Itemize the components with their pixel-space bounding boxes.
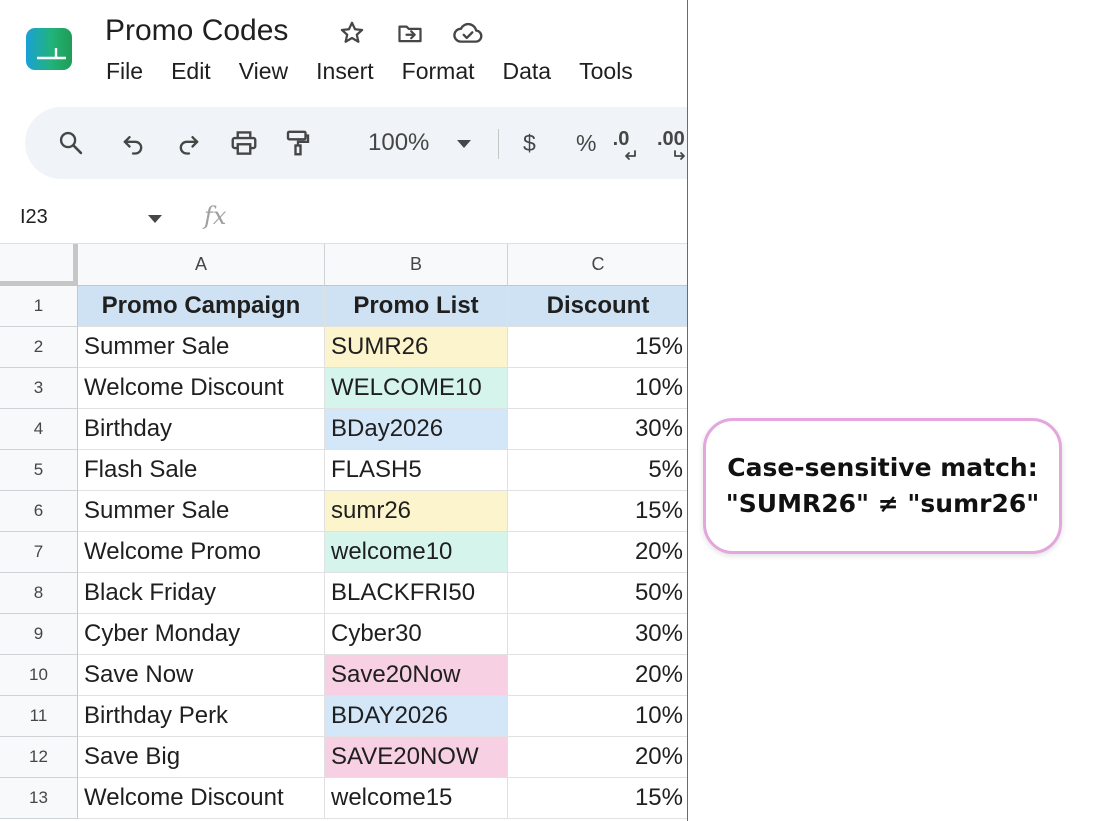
menu-edit[interactable]: Edit (157, 56, 225, 86)
star-icon[interactable] (336, 18, 368, 48)
cell-code[interactable]: BDay2026 (325, 409, 508, 450)
print-icon (231, 131, 257, 155)
column-header-a[interactable]: A (78, 244, 325, 286)
cell-discount[interactable]: 20% (508, 532, 687, 573)
cell-campaign[interactable]: Cyber Monday (78, 614, 325, 655)
undo-icon (123, 136, 143, 155)
cell-campaign[interactable]: Welcome Discount (78, 778, 325, 819)
cell-code[interactable]: BDAY2026 (325, 696, 508, 737)
cell-discount[interactable]: 20% (508, 737, 687, 778)
cell-code[interactable]: welcome15 (325, 778, 508, 819)
header-cell-campaign[interactable]: Promo Campaign (78, 286, 325, 327)
cell-code[interactable]: SAVE20NOW (325, 737, 508, 778)
search-icon (59, 131, 83, 155)
cell-discount[interactable]: 50% (508, 573, 687, 614)
callout-note: Case-sensitive match: "SUMR26" ≠ "sumr26… (703, 418, 1062, 554)
cell-campaign[interactable]: Save Big (78, 737, 325, 778)
name-box[interactable]: I23 (20, 206, 48, 229)
row-header-6[interactable]: 6 (0, 491, 78, 532)
menu-tools[interactable]: Tools (565, 56, 647, 86)
name-box-chevron-down-icon[interactable] (148, 215, 162, 223)
cell-campaign[interactable]: Welcome Promo (78, 532, 325, 573)
increase-decimal-button[interactable]: .00 (657, 123, 687, 163)
undo-button[interactable] (113, 123, 153, 163)
row-header-3[interactable]: 3 (0, 368, 78, 409)
arrow-right-icon (674, 150, 685, 160)
cell-campaign[interactable]: Black Friday (78, 573, 325, 614)
cell-code[interactable]: FLASH5 (325, 450, 508, 491)
callout-line-1: Case-sensitive match: (727, 453, 1038, 482)
print-button[interactable] (224, 123, 264, 163)
cell-campaign[interactable]: Flash Sale (78, 450, 325, 491)
toolbar: 100% $ % .0 .00 (25, 107, 687, 179)
header-cell-discount[interactable]: Discount (508, 286, 687, 327)
row-header-7[interactable]: 7 (0, 532, 78, 573)
row-header-9[interactable]: 9 (0, 614, 78, 655)
fx-icon: fx (204, 202, 227, 230)
row-header-13[interactable]: 13 (0, 778, 78, 819)
currency-format-button[interactable]: $ (523, 127, 536, 159)
toolbar-divider (498, 129, 499, 159)
cell-discount[interactable]: 10% (508, 696, 687, 737)
cell-code[interactable]: BLACKFRI50 (325, 573, 508, 614)
column-header-b[interactable]: B (325, 244, 508, 286)
row-header-4[interactable]: 4 (0, 409, 78, 450)
cell-campaign[interactable]: Birthday Perk (78, 696, 325, 737)
menu-data[interactable]: Data (489, 56, 566, 86)
menu-format[interactable]: Format (388, 56, 489, 86)
cell-code[interactable]: Cyber30 (325, 614, 508, 655)
search-menus-button[interactable] (51, 123, 91, 163)
menu-bar: File Edit View Insert Format Data Tools (92, 56, 647, 86)
menu-insert[interactable]: Insert (302, 56, 388, 86)
zoom-chevron-down-icon[interactable] (457, 140, 471, 148)
cell-discount[interactable]: 15% (508, 327, 687, 368)
cell-code[interactable]: sumr26 (325, 491, 508, 532)
paint-format-button[interactable] (278, 123, 318, 163)
callout-line-2: "SUMR26" ≠ "sumr26" (725, 489, 1040, 518)
cell-code[interactable]: Save20Now (325, 655, 508, 696)
column-header-c[interactable]: C (508, 244, 687, 286)
menu-file[interactable]: File (92, 56, 157, 86)
row-header-12[interactable]: 12 (0, 737, 78, 778)
cell-campaign[interactable]: Summer Sale (78, 491, 325, 532)
cloud-saved-icon[interactable] (452, 18, 484, 48)
select-all-corner[interactable] (0, 244, 78, 286)
row-header-5[interactable]: 5 (0, 450, 78, 491)
arrow-left-icon (625, 150, 636, 160)
cell-discount[interactable]: 30% (508, 614, 687, 655)
cell-code[interactable]: welcome10 (325, 532, 508, 573)
zoom-select[interactable]: 100% (368, 127, 429, 159)
document-title[interactable]: Promo Codes (105, 14, 288, 48)
cell-code[interactable]: WELCOME10 (325, 368, 508, 409)
row-header-10[interactable]: 10 (0, 655, 78, 696)
app-header: Promo Codes File Edit View Insert Format… (0, 0, 687, 95)
cell-discount[interactable]: 20% (508, 655, 687, 696)
percent-format-button[interactable]: % (576, 127, 596, 159)
redo-icon (179, 136, 199, 155)
row-header-2[interactable]: 2 (0, 327, 78, 368)
row-header-1[interactable]: 1 (0, 286, 78, 327)
cell-campaign[interactable]: Welcome Discount (78, 368, 325, 409)
sheets-logo-icon (26, 28, 72, 70)
header-cell-code[interactable]: Promo List (325, 286, 508, 327)
move-folder-icon[interactable] (394, 18, 426, 48)
menu-view[interactable]: View (225, 56, 302, 86)
cell-campaign[interactable]: Birthday (78, 409, 325, 450)
decrease-decimal-button[interactable]: .0 (601, 123, 641, 163)
cell-discount[interactable]: 10% (508, 368, 687, 409)
cell-code[interactable]: SUMR26 (325, 327, 508, 368)
cell-campaign[interactable]: Save Now (78, 655, 325, 696)
cell-discount[interactable]: 5% (508, 450, 687, 491)
spreadsheet-app: Promo Codes File Edit View Insert Format… (0, 0, 688, 821)
paint-roller-icon (286, 130, 310, 156)
row-header-11[interactable]: 11 (0, 696, 78, 737)
formula-bar: I23 fx (0, 194, 687, 244)
cell-discount[interactable]: 15% (508, 778, 687, 819)
cell-campaign[interactable]: Summer Sale (78, 327, 325, 368)
row-header-8[interactable]: 8 (0, 573, 78, 614)
cell-discount[interactable]: 30% (508, 409, 687, 450)
redo-button[interactable] (169, 123, 209, 163)
cell-discount[interactable]: 15% (508, 491, 687, 532)
